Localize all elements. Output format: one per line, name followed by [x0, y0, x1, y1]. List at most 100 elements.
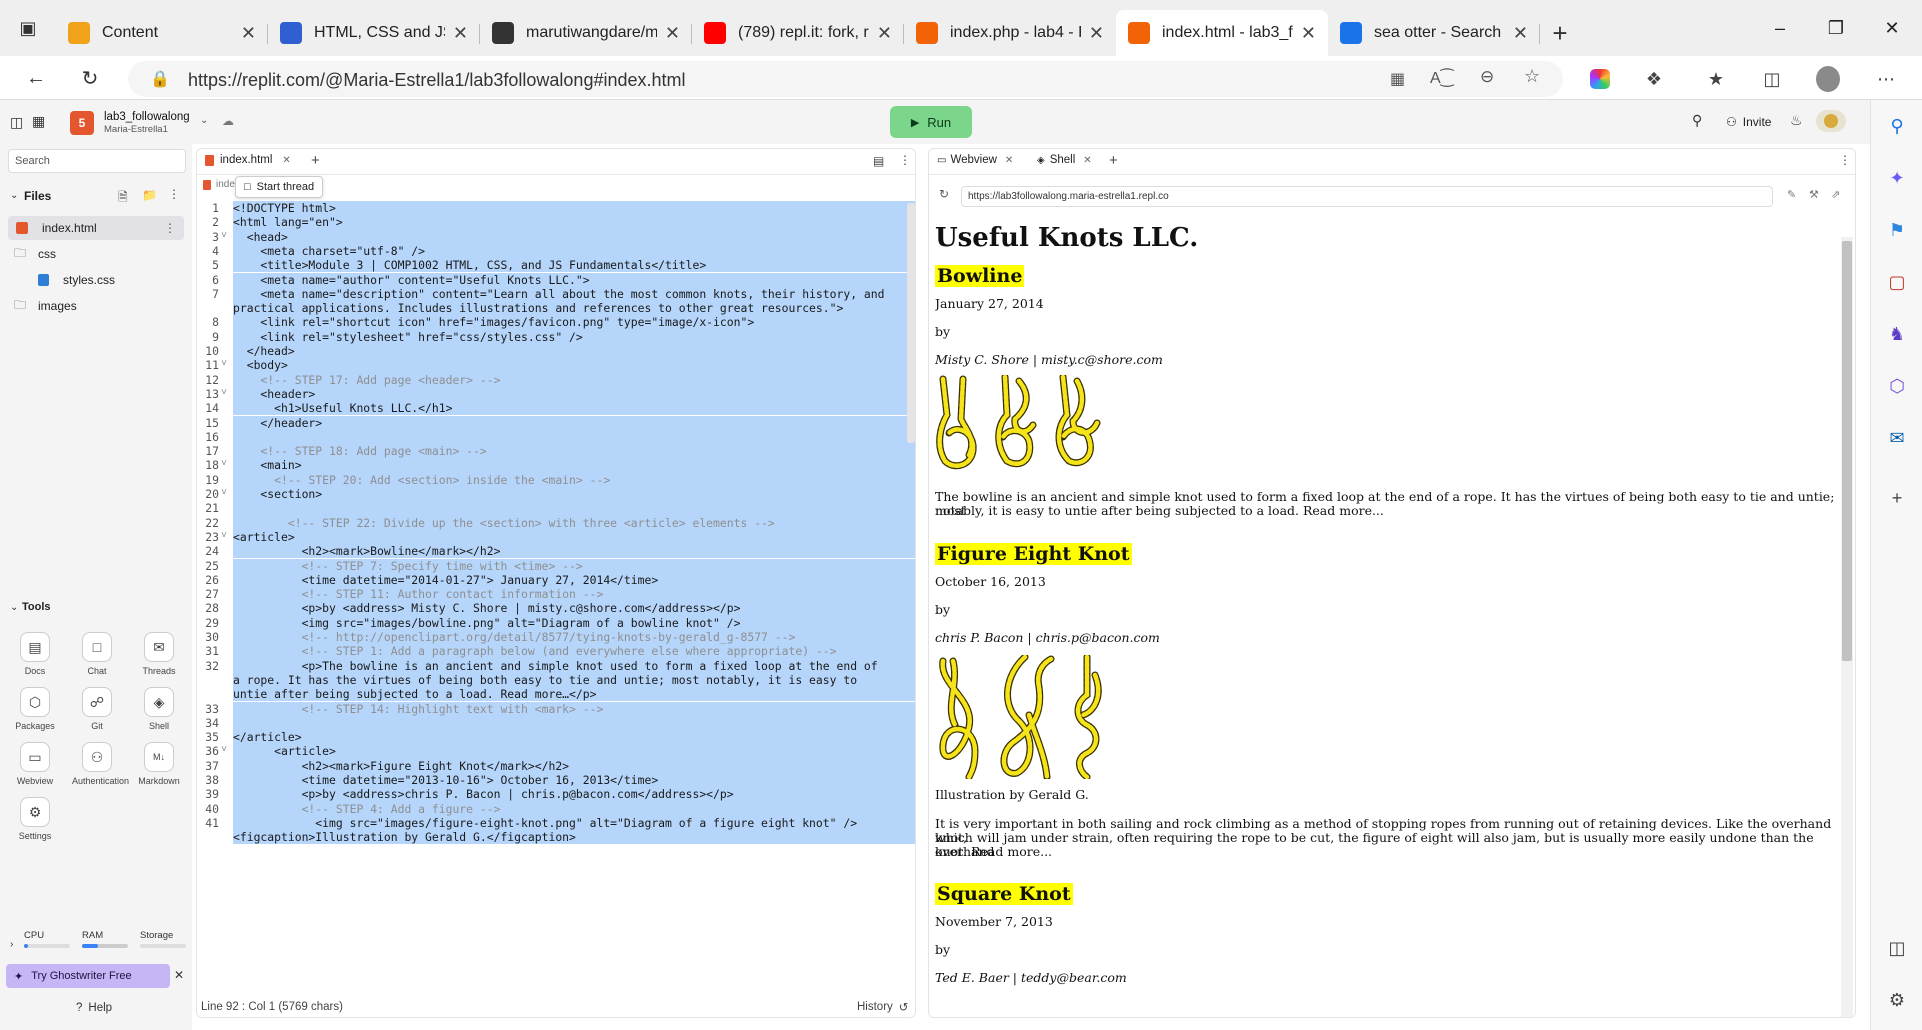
file-more-icon[interactable]: ⋮ — [164, 221, 176, 235]
code-line[interactable]: <header> — [233, 386, 915, 402]
history-button[interactable]: History ↺ — [857, 1000, 908, 1014]
tool-docs[interactable]: ▤ Docs — [10, 632, 60, 676]
edit-icon[interactable]: ✎ — [1787, 188, 1796, 201]
fold-chevron-icon[interactable]: ˅ — [221, 530, 231, 542]
fold-chevron-icon[interactable]: ˅ — [221, 458, 231, 470]
favorite-add-icon[interactable]: ☆ — [1524, 66, 1540, 87]
code-line[interactable]: <!DOCTYPE html> — [233, 201, 915, 216]
folder-images[interactable]: 🗀 images — [8, 294, 184, 318]
copilot-colorful-icon[interactable] — [1588, 68, 1612, 90]
outlook-icon[interactable]: ✉ — [1885, 426, 1909, 450]
split-screen-icon[interactable]: ◫ — [1885, 936, 1909, 960]
files-more-icon[interactable]: ⋮ — [168, 187, 180, 201]
code-line[interactable]: <body> — [233, 358, 915, 373]
code-line[interactable]: <!-- STEP 17: Add page <header> --> — [233, 372, 915, 387]
code-line[interactable]: <title>Module 3 | COMP1002 HTML, CSS, an… — [233, 258, 915, 273]
new-file-icon[interactable]: 🗎 — [118, 188, 128, 209]
browser-tab[interactable]: (789) repl.it: fork, rena ✕ — [692, 10, 904, 56]
close-tab-icon[interactable]: ✕ — [1089, 23, 1104, 44]
code-line[interactable]: <head> — [233, 229, 915, 244]
collections-icon[interactable]: ◫ — [1760, 68, 1784, 90]
toggle-sidebar-icon[interactable]: ◫ — [10, 114, 23, 131]
code-line[interactable]: <meta name="author" content="Useful Knot… — [233, 272, 915, 287]
repl-name[interactable]: lab3_followalong — [104, 111, 190, 123]
code-line[interactable]: <p>by <address> Misty C. Shore | misty.c… — [233, 601, 915, 616]
code-line[interactable]: <!-- STEP 14: Highlight text with <mark>… — [233, 701, 915, 716]
close-tab-icon[interactable]: ✕ — [1083, 155, 1091, 166]
search-icon[interactable]: ⚲ — [1692, 112, 1702, 129]
run-button[interactable]: ▶ Run — [890, 106, 972, 138]
code-line[interactable]: <!-- STEP 22: Divide up the <section> wi… — [233, 515, 915, 530]
help-button[interactable]: ? Help — [76, 1002, 112, 1014]
code-line[interactable]: <time datetime="2013-10-16"> October 16,… — [233, 773, 915, 788]
refresh-icon[interactable]: ↻ — [74, 64, 106, 92]
code-line[interactable]: <p>The bowline is an ancient and simple … — [233, 658, 915, 673]
settings-icon[interactable]: ⚙ — [1885, 988, 1909, 1012]
code-line[interactable]: <article> — [233, 529, 915, 545]
code-line[interactable]: a rope. It has the virtues of being both… — [233, 672, 915, 688]
code-line[interactable]: untie after being subjected to a load. R… — [233, 687, 915, 702]
new-tab-button[interactable]: + — [1540, 10, 1580, 56]
code-line[interactable]: <section> — [233, 487, 915, 502]
tab-webview[interactable]: ▭ Webview ✕ — [937, 154, 1013, 166]
code-line[interactable]: practical applications. Includes illustr… — [233, 301, 915, 316]
replit-menu-icon[interactable]: ▦ — [32, 113, 45, 130]
close-tab-icon[interactable]: ✕ — [877, 23, 892, 44]
code-line[interactable] — [233, 501, 915, 516]
app-available-icon[interactable]: ▦ — [1390, 69, 1405, 89]
tool-chat[interactable]: □ Chat — [72, 632, 122, 676]
code-line[interactable]: <!-- STEP 7: Specify time with <time> --… — [233, 558, 915, 573]
file-index-html[interactable]: index.html ⋮ — [8, 216, 184, 240]
close-tab-icon[interactable]: ✕ — [282, 155, 290, 166]
collapse-chevron-icon[interactable]: ⌄ — [10, 190, 18, 201]
code-line[interactable]: <html lang="en"> — [233, 215, 915, 230]
tool-threads[interactable]: ✉ Threads — [134, 632, 184, 676]
code-area[interactable]: 1 <!DOCTYPE html> 2 <html lang="en"> 3 ˅ <hea… — [197, 201, 915, 991]
browser-tab[interactable]: index.html - lab3_follo ✕ — [1116, 10, 1328, 56]
user-avatar[interactable] — [1816, 110, 1846, 132]
layout-icon[interactable]: ▤ — [873, 154, 884, 168]
close-tab-icon[interactable]: ✕ — [665, 23, 680, 44]
fold-chevron-icon[interactable]: ˅ — [221, 387, 231, 399]
code-line[interactable]: <p>by <address>chris P. Bacon | chris.p@… — [233, 787, 915, 802]
code-line[interactable] — [233, 715, 915, 731]
tool-packages[interactable]: ⬡ Packages — [10, 687, 60, 731]
tool-authentication[interactable]: ⚇ Authentication — [72, 742, 129, 786]
code-line[interactable]: <img src="images/bowline.png" alt="Diagr… — [233, 615, 915, 630]
fold-chevron-icon[interactable]: ˅ — [221, 230, 231, 242]
code-line[interactable]: <img src="images/figure-eight-knot.png" … — [233, 815, 915, 831]
tool-shell[interactable]: ◈ Shell — [134, 687, 184, 731]
code-line[interactable]: <h2><mark>Bowline</mark></h2> — [233, 544, 915, 559]
close-tab-icon[interactable]: ✕ — [453, 23, 468, 44]
zoom-out-icon[interactable]: ⊖ — [1480, 67, 1494, 87]
start-thread-button[interactable]: □ Start thread — [235, 176, 324, 198]
open-new-tab-icon[interactable]: ⇗ — [1831, 188, 1840, 201]
tab-actions-icon[interactable]: ▣ — [0, 5, 56, 51]
close-icon[interactable]: ✕ — [174, 968, 184, 982]
favorites-icon[interactable]: ★ — [1704, 68, 1728, 90]
file-styles-css[interactable]: styles.css — [8, 268, 184, 292]
repl-owner[interactable]: Maria-Estrella1 — [104, 124, 168, 135]
code-line[interactable]: <!-- http://openclipart.org/detail/8577/… — [233, 630, 915, 645]
add-tab-icon[interactable]: + — [1109, 152, 1118, 169]
code-line[interactable]: </head> — [233, 344, 915, 359]
close-tab-icon[interactable]: ✕ — [1005, 155, 1013, 166]
code-line[interactable]: <meta name="description" content="Learn … — [233, 286, 915, 302]
close-window-icon[interactable]: ✕ — [1864, 0, 1920, 56]
add-icon[interactable]: + — [1885, 486, 1909, 510]
close-tab-icon[interactable]: ✕ — [1513, 23, 1528, 44]
more-menu-icon[interactable]: ⋯ — [1874, 68, 1898, 90]
restore-icon[interactable]: ❐ — [1808, 0, 1864, 56]
devtools-icon[interactable]: ⚒ — [1809, 188, 1819, 201]
code-line[interactable]: <!-- STEP 20: Add <section> inside the <… — [233, 472, 915, 487]
tool-webview[interactable]: ▭ Webview — [10, 742, 60, 786]
close-tab-icon[interactable]: ✕ — [241, 23, 256, 44]
fold-chevron-icon[interactable]: ˅ — [221, 487, 231, 499]
profile-avatar[interactable] — [1816, 66, 1840, 92]
code-line[interactable]: </header> — [233, 415, 915, 430]
tools-briefcase-icon[interactable]: ▢ — [1885, 270, 1909, 294]
code-line[interactable]: <!-- STEP 11: Author contact information… — [233, 587, 915, 602]
webview-url-input[interactable]: https://lab3followalong.maria-estrella1.… — [961, 186, 1773, 207]
code-line[interactable]: <!-- STEP 1: Add a paragraph below (and … — [233, 644, 915, 659]
code-line[interactable]: <h1>Useful Knots LLC.</h1> — [233, 401, 915, 416]
